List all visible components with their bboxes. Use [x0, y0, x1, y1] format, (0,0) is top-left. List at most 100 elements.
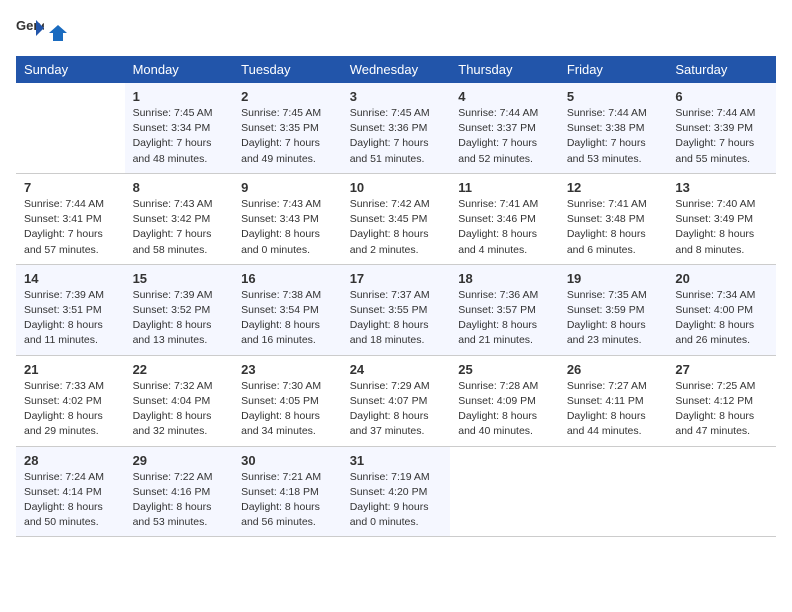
calendar-cell: 2 Sunrise: 7:45 AMSunset: 3:35 PMDaylight… — [233, 83, 342, 173]
calendar-cell: 23 Sunrise: 7:30 AMSunset: 4:05 PMDayligh… — [233, 355, 342, 446]
calendar-cell: 17Sunrise: 7:37 AMSunset: 3:55 PMDayligh… — [342, 264, 451, 355]
day-number: 30 — [241, 453, 334, 468]
calendar-cell: 29Sunrise: 7:22 AMSunset: 4:16 PMDayligh… — [125, 446, 234, 537]
calendar-body: 1 Sunrise: 7:45 AMSunset: 3:34 PMDaylight… — [16, 83, 776, 537]
day-info: Sunrise: 7:24 AMSunset: 4:14 PMDaylight:… — [24, 470, 117, 531]
calendar-cell: 31 Sunrise: 7:19 AMSunset: 4:20 PMDayligh… — [342, 446, 451, 537]
calendar-cell: 20Sunrise: 7:34 AMSunset: 4:00 PMDayligh… — [667, 264, 776, 355]
calendar-cell: 22Sunrise: 7:32 AMSunset: 4:04 PMDayligh… — [125, 355, 234, 446]
day-number: 20 — [675, 271, 768, 286]
day-info: Sunrise: 7:45 AMSunset: 3:34 PMDaylight:… — [133, 106, 226, 167]
weekday-header-cell: Thursday — [450, 56, 559, 83]
day-info: Sunrise: 7:43 AMSunset: 3:42 PMDaylight:… — [133, 197, 226, 258]
weekday-header-cell: Sunday — [16, 56, 125, 83]
day-number: 6 — [675, 89, 768, 104]
day-number: 1 — [133, 89, 226, 104]
day-info: Sunrise: 7:39 AMSunset: 3:51 PMDaylight:… — [24, 288, 117, 349]
calendar-cell: 30 Sunrise: 7:21 AMSunset: 4:18 PMDayligh… — [233, 446, 342, 537]
day-number: 2 — [241, 89, 334, 104]
logo-bird-icon — [49, 23, 67, 41]
day-info: Sunrise: 7:28 AMSunset: 4:09 PMDaylight:… — [458, 379, 551, 440]
day-number: 8 — [133, 180, 226, 195]
calendar-week-row: 28 Sunrise: 7:24 AMSunset: 4:14 PMDayligh… — [16, 446, 776, 537]
day-info: Sunrise: 7:40 AMSunset: 3:49 PMDaylight:… — [675, 197, 768, 258]
calendar-cell: 7Sunrise: 7:44 AMSunset: 3:41 PMDaylight… — [16, 173, 125, 264]
day-info: Sunrise: 7:32 AMSunset: 4:04 PMDaylight:… — [133, 379, 226, 440]
day-number: 18 — [458, 271, 551, 286]
calendar-cell: 8 Sunrise: 7:43 AMSunset: 3:42 PMDaylight… — [125, 173, 234, 264]
day-info: Sunrise: 7:45 AMSunset: 3:36 PMDaylight:… — [350, 106, 443, 167]
day-number: 15 — [133, 271, 226, 286]
day-info: Sunrise: 7:30 AMSunset: 4:05 PMDaylight:… — [241, 379, 334, 440]
day-number: 17 — [350, 271, 443, 286]
day-info: Sunrise: 7:41 AMSunset: 3:46 PMDaylight:… — [458, 197, 551, 258]
calendar-cell: 21Sunrise: 7:33 AMSunset: 4:02 PMDayligh… — [16, 355, 125, 446]
day-number: 5 — [567, 89, 660, 104]
calendar-cell: 11 Sunrise: 7:41 AMSunset: 3:46 PMDayligh… — [450, 173, 559, 264]
calendar-cell: 4 Sunrise: 7:44 AMSunset: 3:37 PMDaylight… — [450, 83, 559, 173]
day-info: Sunrise: 7:44 AMSunset: 3:41 PMDaylight:… — [24, 197, 117, 258]
calendar-cell: 18 Sunrise: 7:36 AMSunset: 3:57 PMDayligh… — [450, 264, 559, 355]
day-number: 10 — [350, 180, 443, 195]
calendar-cell: 1 Sunrise: 7:45 AMSunset: 3:34 PMDaylight… — [125, 83, 234, 173]
calendar-cell: 24 Sunrise: 7:29 AMSunset: 4:07 PMDayligh… — [342, 355, 451, 446]
day-number: 13 — [675, 180, 768, 195]
calendar-cell — [559, 446, 668, 537]
day-number: 11 — [458, 180, 551, 195]
day-info: Sunrise: 7:22 AMSunset: 4:16 PMDaylight:… — [133, 470, 226, 531]
calendar-cell: 27 Sunrise: 7:25 AMSunset: 4:12 PMDayligh… — [667, 355, 776, 446]
day-info: Sunrise: 7:44 AMSunset: 3:37 PMDaylight:… — [458, 106, 551, 167]
day-number: 23 — [241, 362, 334, 377]
calendar-cell: 25 Sunrise: 7:28 AMSunset: 4:09 PMDayligh… — [450, 355, 559, 446]
day-info: Sunrise: 7:29 AMSunset: 4:07 PMDaylight:… — [350, 379, 443, 440]
day-info: Sunrise: 7:42 AMSunset: 3:45 PMDaylight:… — [350, 197, 443, 258]
header: General — [16, 16, 776, 44]
day-info: Sunrise: 7:19 AMSunset: 4:20 PMDaylight:… — [350, 470, 443, 531]
calendar-week-row: 14 Sunrise: 7:39 AMSunset: 3:51 PMDayligh… — [16, 264, 776, 355]
calendar-cell: 19Sunrise: 7:35 AMSunset: 3:59 PMDayligh… — [559, 264, 668, 355]
calendar-cell: 3 Sunrise: 7:45 AMSunset: 3:36 PMDaylight… — [342, 83, 451, 173]
logo: General — [16, 16, 68, 44]
day-info: Sunrise: 7:38 AMSunset: 3:54 PMDaylight:… — [241, 288, 334, 349]
weekday-header-row: SundayMondayTuesdayWednesdayThursdayFrid… — [16, 56, 776, 83]
calendar-cell: 16 Sunrise: 7:38 AMSunset: 3:54 PMDayligh… — [233, 264, 342, 355]
day-number: 31 — [350, 453, 443, 468]
day-info: Sunrise: 7:44 AMSunset: 3:39 PMDaylight:… — [675, 106, 768, 167]
day-number: 16 — [241, 271, 334, 286]
day-info: Sunrise: 7:39 AMSunset: 3:52 PMDaylight:… — [133, 288, 226, 349]
calendar-cell: 5 Sunrise: 7:44 AMSunset: 3:38 PMDaylight… — [559, 83, 668, 173]
logo-icon: General — [16, 16, 44, 44]
calendar-cell: 28 Sunrise: 7:24 AMSunset: 4:14 PMDayligh… — [16, 446, 125, 537]
day-number: 14 — [24, 271, 117, 286]
day-number: 26 — [567, 362, 660, 377]
day-info: Sunrise: 7:43 AMSunset: 3:43 PMDaylight:… — [241, 197, 334, 258]
weekday-header-cell: Tuesday — [233, 56, 342, 83]
day-number: 28 — [24, 453, 117, 468]
day-number: 27 — [675, 362, 768, 377]
day-info: Sunrise: 7:36 AMSunset: 3:57 PMDaylight:… — [458, 288, 551, 349]
calendar-week-row: 7Sunrise: 7:44 AMSunset: 3:41 PMDaylight… — [16, 173, 776, 264]
calendar-cell: 10 Sunrise: 7:42 AMSunset: 3:45 PMDayligh… — [342, 173, 451, 264]
calendar-cell — [450, 446, 559, 537]
day-number: 24 — [350, 362, 443, 377]
day-info: Sunrise: 7:41 AMSunset: 3:48 PMDaylight:… — [567, 197, 660, 258]
day-number: 4 — [458, 89, 551, 104]
calendar-cell: 9 Sunrise: 7:43 AMSunset: 3:43 PMDaylight… — [233, 173, 342, 264]
weekday-header-cell: Monday — [125, 56, 234, 83]
day-number: 3 — [350, 89, 443, 104]
day-info: Sunrise: 7:45 AMSunset: 3:35 PMDaylight:… — [241, 106, 334, 167]
calendar-cell — [667, 446, 776, 537]
day-number: 9 — [241, 180, 334, 195]
day-number: 19 — [567, 271, 660, 286]
calendar-table: SundayMondayTuesdayWednesdayThursdayFrid… — [16, 56, 776, 537]
calendar-cell — [16, 83, 125, 173]
day-number: 12 — [567, 180, 660, 195]
day-info: Sunrise: 7:25 AMSunset: 4:12 PMDaylight:… — [675, 379, 768, 440]
day-number: 25 — [458, 362, 551, 377]
calendar-cell: 26Sunrise: 7:27 AMSunset: 4:11 PMDayligh… — [559, 355, 668, 446]
calendar-week-row: 21Sunrise: 7:33 AMSunset: 4:02 PMDayligh… — [16, 355, 776, 446]
weekday-header-cell: Wednesday — [342, 56, 451, 83]
day-info: Sunrise: 7:21 AMSunset: 4:18 PMDaylight:… — [241, 470, 334, 531]
calendar-cell: 15 Sunrise: 7:39 AMSunset: 3:52 PMDayligh… — [125, 264, 234, 355]
day-info: Sunrise: 7:44 AMSunset: 3:38 PMDaylight:… — [567, 106, 660, 167]
